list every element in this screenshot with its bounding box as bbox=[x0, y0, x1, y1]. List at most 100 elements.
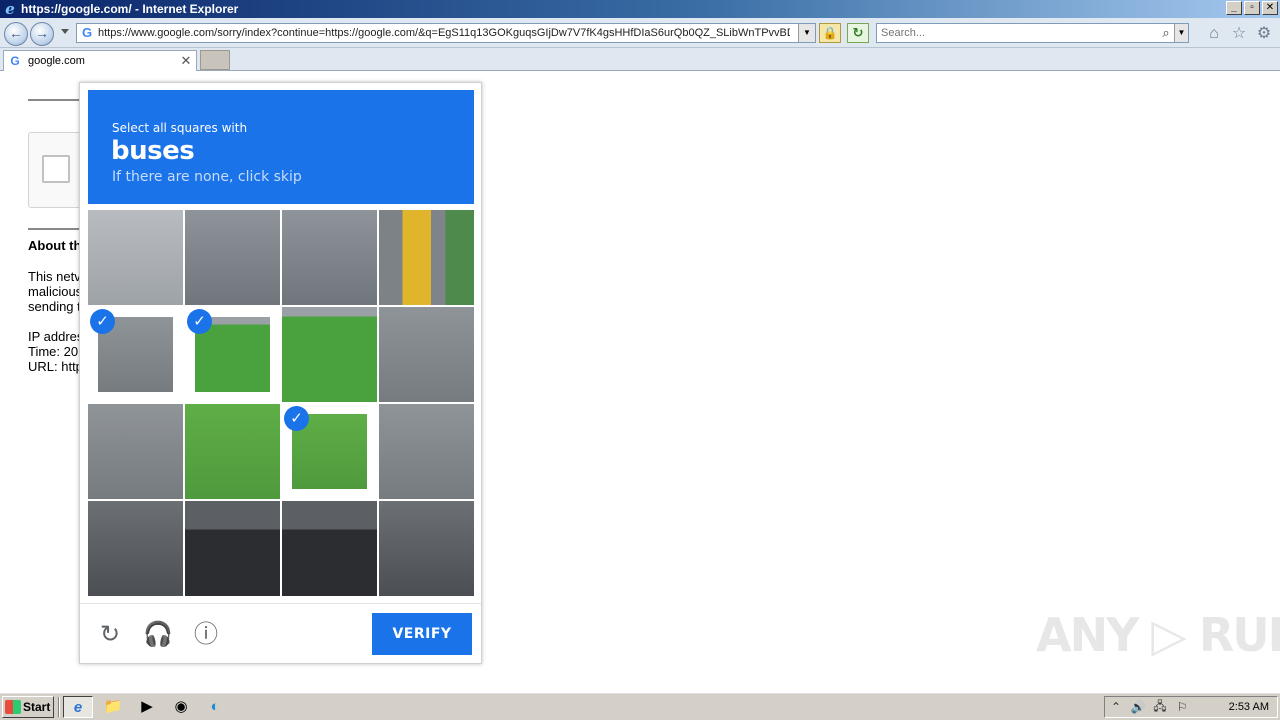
start-label: Start bbox=[23, 700, 51, 714]
windows-logo-icon bbox=[5, 700, 21, 714]
search-dropdown-icon[interactable]: ▼ bbox=[1174, 24, 1188, 42]
captcha-tile[interactable]: ✓ bbox=[185, 307, 280, 402]
captcha-tile-image bbox=[185, 404, 280, 499]
captcha-tile[interactable]: ✓ bbox=[282, 404, 377, 499]
captcha-instruction: Select all squares with bbox=[112, 121, 248, 135]
captcha-tile-image bbox=[379, 307, 474, 402]
tab-label: google.com bbox=[28, 55, 85, 67]
captcha-tile[interactable]: ✓ bbox=[88, 307, 183, 402]
captcha-tile[interactable]: ✓ bbox=[282, 210, 377, 305]
taskbar-chrome-icon[interactable]: ◉ bbox=[166, 696, 196, 718]
captcha-tile[interactable]: ✓ bbox=[282, 307, 377, 402]
captcha-target-word: buses bbox=[111, 136, 195, 166]
internet-explorer-icon: e bbox=[5, 0, 15, 18]
search-icon[interactable]: ⌕ bbox=[1158, 25, 1174, 41]
captcha-tile[interactable]: ✓ bbox=[185, 501, 280, 596]
paragraph-line: sending t bbox=[28, 299, 81, 314]
address-dropdown-icon[interactable]: ▼ bbox=[798, 24, 815, 42]
volume-icon[interactable]: 🔊 bbox=[1127, 700, 1149, 714]
reload-icon[interactable]: ↻ bbox=[95, 620, 125, 650]
captcha-tile-image bbox=[88, 210, 183, 305]
about-paragraph: This netv malicious sending t bbox=[28, 269, 82, 314]
lock-icon[interactable]: 🔒 bbox=[819, 23, 841, 43]
captcha-image-grid: ✓✓✓✓✓✓✓✓✓✓✓✓✓✓✓✓ bbox=[88, 210, 474, 596]
taskbar-ie-icon[interactable]: e bbox=[63, 696, 93, 718]
captcha-tile[interactable]: ✓ bbox=[282, 501, 377, 596]
captcha-dialog: Select all squares with buses If there a… bbox=[79, 82, 482, 664]
divider bbox=[80, 603, 481, 604]
clock[interactable]: 2:53 AM bbox=[1229, 701, 1269, 713]
ip-address-line: IP addres bbox=[28, 329, 84, 344]
captcha-tile-image bbox=[282, 501, 377, 596]
captcha-tile[interactable]: ✓ bbox=[379, 210, 474, 305]
close-button[interactable]: ✕ bbox=[1262, 1, 1278, 15]
captcha-tile[interactable]: ✓ bbox=[379, 501, 474, 596]
captcha-hint: If there are none, click skip bbox=[112, 169, 302, 185]
home-icon[interactable]: ⌂ bbox=[1205, 25, 1223, 43]
captcha-tile-image bbox=[282, 307, 377, 402]
navigation-bar: ← → G https://www.google.com/sorry/index… bbox=[0, 18, 1280, 48]
system-tray: ⌃ 🔊 🖧 ⚐ 2:53 AM bbox=[1104, 696, 1278, 718]
checkmark-icon: ✓ bbox=[187, 309, 212, 334]
captcha-tile[interactable]: ✓ bbox=[88, 501, 183, 596]
back-button[interactable]: ← bbox=[4, 22, 28, 46]
captcha-tile-image bbox=[88, 501, 183, 596]
captcha-header: Select all squares with buses If there a… bbox=[88, 90, 474, 204]
address-bar[interactable]: G https://www.google.com/sorry/index?con… bbox=[76, 23, 816, 43]
google-favicon-icon: G bbox=[10, 54, 20, 68]
network-icon[interactable]: 🖧 bbox=[1149, 697, 1171, 718]
anyrun-watermark: ANY ▷ RUN bbox=[1036, 608, 1280, 662]
captcha-tile-image bbox=[282, 210, 377, 305]
recaptcha-checkbox[interactable] bbox=[42, 155, 70, 183]
time-line: Time: 20 bbox=[28, 344, 79, 359]
captcha-tile[interactable]: ✓ bbox=[88, 210, 183, 305]
restore-button[interactable]: ▫ bbox=[1244, 1, 1260, 15]
tray-expand-icon[interactable]: ⌃ bbox=[1105, 700, 1127, 714]
captcha-tile-image bbox=[379, 210, 474, 305]
checkmark-icon: ✓ bbox=[284, 406, 309, 431]
tab-google[interactable]: G google.com ✕ bbox=[3, 50, 197, 71]
action-center-flag-icon[interactable]: ⚐ bbox=[1171, 700, 1193, 714]
new-tab-button[interactable] bbox=[200, 50, 230, 70]
window-controls: _ ▫ ✕ bbox=[1226, 1, 1278, 15]
paragraph-line: malicious bbox=[28, 284, 83, 299]
headphones-audio-icon[interactable]: 🎧 bbox=[143, 620, 173, 650]
minimize-button[interactable]: _ bbox=[1226, 1, 1242, 15]
search-input[interactable] bbox=[877, 27, 1158, 39]
address-url[interactable]: https://www.google.com/sorry/index?conti… bbox=[98, 27, 790, 39]
taskbar-explorer-icon[interactable]: 📁 bbox=[98, 696, 128, 718]
window-titlebar: e https://google.com/ - Internet Explore… bbox=[0, 0, 1280, 18]
history-dropdown-icon[interactable] bbox=[61, 29, 69, 34]
captcha-tile[interactable]: ✓ bbox=[88, 404, 183, 499]
divider bbox=[58, 697, 60, 717]
google-favicon-icon: G bbox=[81, 25, 93, 40]
search-box[interactable]: ⌕ ▼ bbox=[876, 23, 1189, 43]
captcha-tile-image bbox=[379, 501, 474, 596]
taskbar: Start e 📁 ▶ ◉ ◐ ⌃ 🔊 🖧 ⚐ 2:53 AM bbox=[0, 692, 1280, 720]
captcha-tile-image bbox=[88, 404, 183, 499]
taskbar-media-player-icon[interactable]: ▶ bbox=[132, 696, 162, 718]
captcha-tile-image bbox=[185, 501, 280, 596]
about-heading: About th bbox=[28, 238, 82, 253]
tab-bar: G google.com ✕ bbox=[0, 48, 1280, 71]
request-info: IP addres Time: 20 URL: http bbox=[28, 329, 83, 374]
captcha-tile-image bbox=[185, 210, 280, 305]
forward-button[interactable]: → bbox=[30, 22, 54, 46]
captcha-tile[interactable]: ✓ bbox=[379, 404, 474, 499]
checkmark-icon: ✓ bbox=[90, 309, 115, 334]
info-icon[interactable]: ⓘ bbox=[191, 620, 221, 650]
captcha-tile[interactable]: ✓ bbox=[185, 210, 280, 305]
close-tab-icon[interactable]: ✕ bbox=[179, 53, 193, 69]
gear-icon[interactable]: ⚙ bbox=[1255, 25, 1273, 43]
taskbar-edge-icon[interactable]: ◐ bbox=[200, 696, 230, 718]
verify-button[interactable]: VERIFY bbox=[372, 613, 472, 655]
url-line: URL: http bbox=[28, 359, 83, 374]
window-title: https://google.com/ - Internet Explorer bbox=[21, 2, 239, 16]
captcha-tile[interactable]: ✓ bbox=[379, 307, 474, 402]
paragraph-line: This netv bbox=[28, 269, 81, 284]
refresh-icon[interactable]: ↻ bbox=[847, 23, 869, 43]
start-button[interactable]: Start bbox=[2, 696, 54, 718]
captcha-tile-image bbox=[379, 404, 474, 499]
favorites-star-icon[interactable]: ☆ bbox=[1230, 25, 1248, 43]
captcha-tile[interactable]: ✓ bbox=[185, 404, 280, 499]
